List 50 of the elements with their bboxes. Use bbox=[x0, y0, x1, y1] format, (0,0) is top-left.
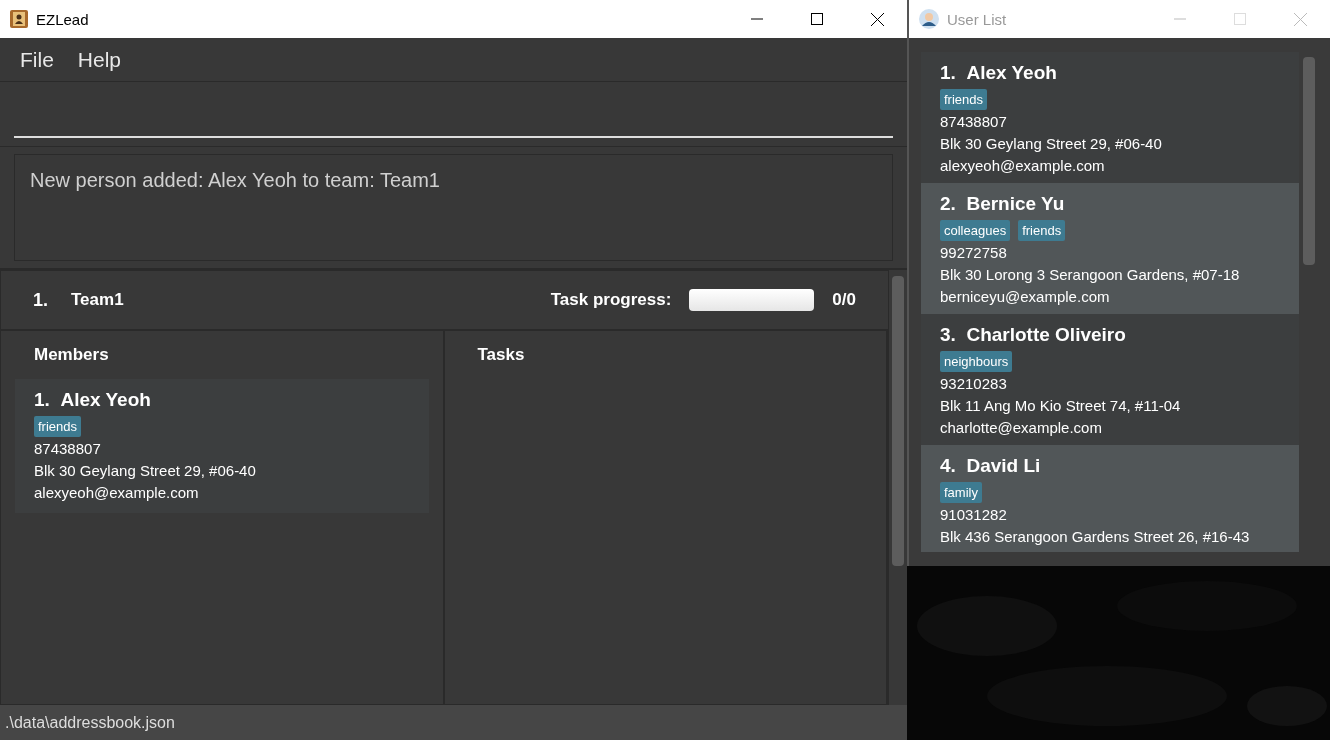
team-name: Team1 bbox=[71, 290, 124, 309]
address-text: Blk 30 Geylang Street 29, #06-40 bbox=[940, 134, 1163, 154]
tag: friends bbox=[940, 89, 988, 110]
phone-text: 87438807 bbox=[940, 112, 1008, 132]
email-text: alexyeoh@example.com bbox=[34, 483, 200, 503]
window-title: EZLead bbox=[36, 10, 90, 28]
person-card[interactable]: 3. Charlotte Oliveiro neighbours 93210283 Blk 11 Ang Mo Kio Street 74, #11-04 charlotte@example.com bbox=[921, 314, 1299, 445]
phone-text: 99272758 bbox=[940, 243, 1008, 263]
phone-text: 87438807 bbox=[34, 439, 102, 459]
email-text: charlotte@example.com bbox=[940, 418, 1103, 438]
person-name: 2. Bernice Yu bbox=[940, 193, 1066, 215]
members-heading: Members bbox=[33, 345, 110, 365]
scrollbar[interactable] bbox=[1303, 57, 1315, 265]
app-icon bbox=[10, 10, 28, 28]
tag: friends bbox=[1018, 220, 1066, 241]
person-name: 1. Alex Yeoh bbox=[34, 389, 152, 411]
tag: friends bbox=[34, 416, 82, 437]
address-text: Blk 30 Geylang Street 29, #06-40 bbox=[34, 461, 257, 481]
menu-item[interactable]: Help bbox=[67, 43, 132, 76]
scrollbar[interactable] bbox=[892, 276, 904, 566]
person-name: 4. David Li bbox=[940, 455, 1042, 477]
result-display: New person added: Alex Yeoh to team: Team1 bbox=[14, 154, 893, 261]
tag: colleagues bbox=[940, 220, 1011, 241]
tasks-heading: Tasks bbox=[476, 345, 526, 365]
phone-text: 93210283 bbox=[940, 374, 1008, 394]
team-index: 1. bbox=[33, 289, 49, 311]
menu-item[interactable]: File bbox=[10, 43, 64, 76]
address-text: Blk 436 Serangoon Gardens Street 26, #16-43 bbox=[940, 527, 1251, 547]
person-card[interactable]: 1. Alex Yeoh friends 87438807 Blk 30 Geylang Street 29, #06-40 alexyeoh@example.com bbox=[15, 379, 429, 513]
progress-label: Task progress: bbox=[550, 290, 672, 310]
close-icon bbox=[870, 12, 884, 26]
address-text: Blk 11 Ang Mo Kio Street 74, #11-04 bbox=[940, 396, 1182, 416]
person-card[interactable]: 1. Alex Yeoh friends 87438807 Blk 30 Geylang Street 29, #06-40 alexyeoh@example.com bbox=[921, 52, 1299, 183]
phone-text: 91031282 bbox=[940, 505, 1008, 525]
person-name: 1. Alex Yeoh bbox=[940, 62, 1058, 84]
maximize-icon bbox=[1234, 13, 1246, 25]
tag: family bbox=[940, 482, 982, 503]
status-bar: .\data\addressbook.json bbox=[0, 705, 907, 740]
address-text: Blk 30 Lorong 3 Serangoon Gardens, #07-18 bbox=[940, 265, 1241, 285]
email-text: berniceyu@example.com bbox=[940, 287, 1111, 307]
close-icon bbox=[1293, 12, 1307, 26]
window-title: User List bbox=[947, 10, 1008, 28]
email-text: alexyeoh@example.com bbox=[940, 156, 1106, 176]
user-avatar-icon bbox=[919, 9, 939, 29]
person-name: 3. Charlotte Oliveiro bbox=[940, 324, 1127, 346]
maximize-icon bbox=[811, 13, 823, 25]
tag: neighbours bbox=[940, 351, 1013, 372]
person-card[interactable]: 2. Bernice Yu colleagues friends 99272758 Blk 30 Lorong 3 Serangoon Gardens, #07-18 berniceyu@example.com bbox=[921, 183, 1299, 314]
person-card[interactable]: 4. David Li family 91031282 Blk 436 Serangoon Gardens Street 26, #16-43 bbox=[921, 445, 1299, 552]
progress-count: 0/0 bbox=[832, 290, 856, 310]
